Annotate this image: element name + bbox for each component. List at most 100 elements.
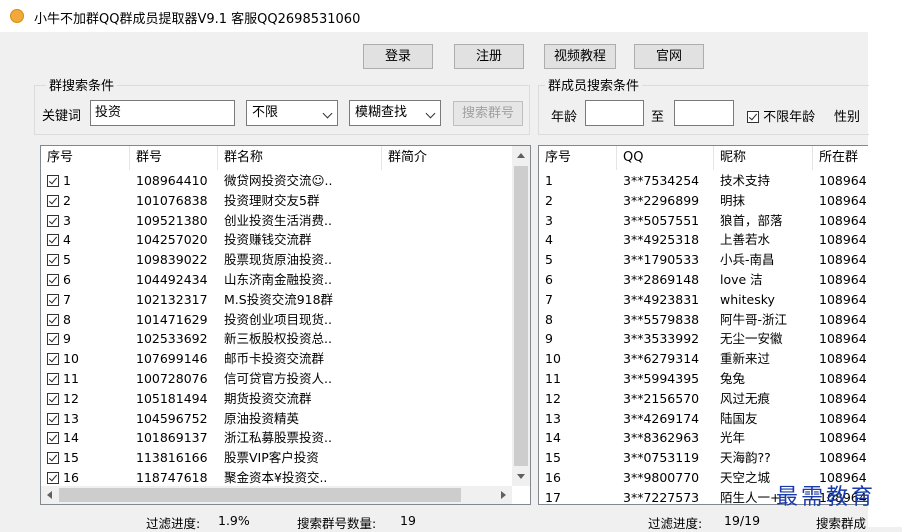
- member-qq-cell: 3**7534254: [623, 173, 700, 188]
- member-qq-cell: 3**5994395: [623, 370, 700, 386]
- row-index: 4: [63, 232, 71, 248]
- column-header-qq[interactable]: QQ: [617, 146, 714, 170]
- scroll-left-arrow-icon[interactable]: [47, 491, 52, 499]
- checkbox-checked-icon[interactable]: [47, 353, 59, 366]
- table-row[interactable]: 4 104257020 投资赚钱交流群: [41, 230, 512, 250]
- table-row[interactable]: 3 109521380 创业投资生活消费..: [41, 211, 512, 231]
- checkbox-checked-icon[interactable]: [47, 234, 59, 247]
- limit-select[interactable]: 不限: [246, 100, 338, 126]
- member-group-cell: 108964: [819, 331, 867, 347]
- video-tutorial-button[interactable]: 视频教程: [544, 44, 616, 69]
- row-index-cell[interactable]: 8: [41, 310, 130, 330]
- row-index-cell[interactable]: 11: [41, 369, 130, 389]
- checkbox-checked-icon[interactable]: [47, 372, 59, 385]
- table-row[interactable]: 14 101869137 浙江私募股票投资..: [41, 428, 512, 448]
- table-row[interactable]: 9 3**3533992 无尘一安徽 108964: [539, 329, 868, 349]
- login-button[interactable]: 登录: [363, 44, 433, 69]
- member-index-cell: 6: [545, 271, 553, 287]
- column-header-index[interactable]: 序号: [41, 146, 130, 170]
- table-row[interactable]: 3 3**5057551 狼首，部落 108964: [539, 211, 868, 231]
- checkbox-checked-icon[interactable]: [47, 273, 59, 286]
- table-row[interactable]: 5 3**1790533 小兵-南昌 108964: [539, 250, 868, 270]
- group-name-cell: M.S投资交流918群: [224, 291, 334, 307]
- row-index-cell[interactable]: 12: [41, 389, 130, 409]
- table-row[interactable]: 7 102132317 M.S投资交流918群: [41, 290, 512, 310]
- official-site-button[interactable]: 官网: [634, 44, 704, 69]
- member-nickname-cell: 技术支持: [720, 173, 771, 188]
- group-horizontal-scrollbar[interactable]: [41, 486, 512, 504]
- row-index-cell[interactable]: 13: [41, 409, 130, 429]
- row-index-cell[interactable]: 14: [41, 428, 130, 448]
- age-min-input[interactable]: [585, 100, 644, 126]
- table-row[interactable]: 8 101471629 投资创业项目现货..: [41, 310, 512, 330]
- scroll-right-arrow-icon[interactable]: [501, 491, 506, 499]
- checkbox-checked-icon[interactable]: [47, 194, 59, 207]
- row-index-cell[interactable]: 5: [41, 250, 130, 270]
- scroll-down-arrow-icon[interactable]: [517, 474, 525, 479]
- checkbox-checked-icon[interactable]: [47, 452, 59, 465]
- checkbox-checked-icon[interactable]: [47, 471, 59, 484]
- row-index-cell[interactable]: 1: [41, 171, 130, 191]
- table-row[interactable]: 10 107699146 邮币卡投资交流群: [41, 349, 512, 369]
- column-header-group[interactable]: 所在群: [813, 146, 868, 170]
- age-max-input[interactable]: [674, 100, 734, 126]
- table-row[interactable]: 9 102533692 新三板股权投资总..: [41, 329, 512, 349]
- column-header-group-id[interactable]: 群号: [130, 146, 218, 170]
- row-index-cell[interactable]: 4: [41, 230, 130, 250]
- row-index-cell[interactable]: 3: [41, 211, 130, 231]
- checkbox-checked-icon[interactable]: [47, 432, 59, 445]
- row-index-cell[interactable]: 9: [41, 329, 130, 349]
- row-index-cell[interactable]: 15: [41, 448, 130, 468]
- keyword-input[interactable]: 投资: [90, 100, 235, 126]
- checkbox-checked-icon[interactable]: [47, 333, 59, 346]
- checkbox-checked-icon[interactable]: [47, 175, 59, 187]
- checkbox-checked-icon[interactable]: [47, 412, 59, 425]
- member-qq-cell: 3**1790533: [623, 252, 700, 268]
- table-row[interactable]: 1 3**7534254 技术支持 108964: [539, 171, 868, 191]
- table-row[interactable]: 6 104492434 山东济南金融投资..: [41, 270, 512, 290]
- search-group-button[interactable]: 搜索群号: [453, 101, 523, 126]
- search-mode-select[interactable]: 模糊查找: [349, 100, 441, 126]
- table-row[interactable]: 15 3**0753119 天海韵?? 108964: [539, 448, 868, 468]
- checkbox-checked-icon[interactable]: [47, 254, 59, 267]
- table-row[interactable]: 11 3**5994395 兔兔 108964: [539, 369, 868, 389]
- column-header-nickname[interactable]: 昵称: [714, 146, 813, 170]
- register-button[interactable]: 注册: [454, 44, 524, 69]
- checkbox-checked-icon[interactable]: [47, 293, 59, 306]
- row-index-cell[interactable]: 10: [41, 349, 130, 369]
- table-row[interactable]: 11 100728076 信可贷官方投资人..: [41, 369, 512, 389]
- row-index-cell[interactable]: 7: [41, 290, 130, 310]
- table-row[interactable]: 5 109839022 股票现货原油投资..: [41, 250, 512, 270]
- row-index-cell[interactable]: 16: [41, 468, 130, 488]
- column-header-group-intro[interactable]: 群简介: [382, 146, 512, 170]
- scroll-up-arrow-icon[interactable]: [517, 153, 525, 158]
- table-row[interactable]: 15 113816166 股票VIP客户投资: [41, 448, 512, 468]
- table-row[interactable]: 10 3**6279314 重新来过 108964: [539, 349, 868, 369]
- column-header-index[interactable]: 序号: [539, 146, 617, 170]
- column-header-group-name[interactable]: 群名称: [218, 146, 382, 170]
- checkbox-checked-icon[interactable]: [47, 313, 59, 326]
- checkbox-checked-icon[interactable]: [47, 214, 59, 227]
- group-vertical-scrollbar[interactable]: [512, 146, 530, 486]
- table-row[interactable]: 6 3**2869148 love 洁 108964: [539, 270, 868, 290]
- row-index-cell[interactable]: 6: [41, 270, 130, 290]
- table-row[interactable]: 1 108964410 微贷网投资交流☺..: [41, 171, 512, 191]
- row-index-cell[interactable]: 2: [41, 191, 130, 211]
- table-row[interactable]: 13 104596752 原油投资精英: [41, 409, 512, 429]
- group-hscroll-thumb[interactable]: [59, 488, 461, 502]
- table-row[interactable]: 14 3**8362963 光年 108964: [539, 428, 868, 448]
- table-row[interactable]: 7 3**4923831 whitesky 108964: [539, 290, 868, 310]
- table-row[interactable]: 12 105181494 期货投资交流群: [41, 389, 512, 409]
- table-row[interactable]: 4 3**4925318 上善若水 108964: [539, 230, 868, 250]
- table-row[interactable]: 2 101076838 投资理财交友5群: [41, 191, 512, 211]
- group-vscroll-thumb[interactable]: [514, 166, 528, 466]
- unlimited-age-checkbox[interactable]: 不限年龄: [747, 106, 815, 125]
- group-intro-cell: [382, 448, 512, 468]
- table-row[interactable]: 12 3**2156570 风过无痕 108964: [539, 389, 868, 409]
- table-row[interactable]: 2 3**2296899 明抹 108964: [539, 191, 868, 211]
- table-row[interactable]: 16 118747618 聚金资本¥投资交..: [41, 468, 512, 488]
- table-row[interactable]: 8 3**5579838 阿牛哥-浙江 108964: [539, 310, 868, 330]
- checkbox-checked-icon[interactable]: [47, 392, 59, 405]
- member-qq-cell: 3**4923831: [623, 291, 700, 307]
- table-row[interactable]: 13 3**4269174 陆国友 108964: [539, 409, 868, 429]
